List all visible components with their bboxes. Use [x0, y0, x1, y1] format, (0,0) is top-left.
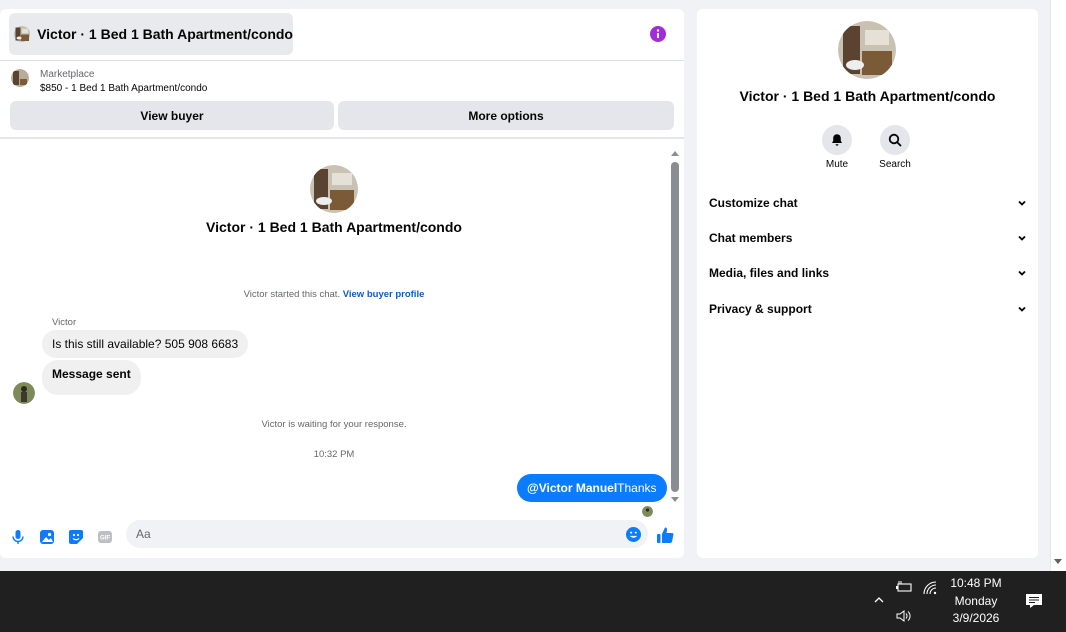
- mention[interactable]: @Victor Manuel: [527, 481, 617, 495]
- chat-title: Victor · 1 Bed 1 Bath Apartment/condo: [37, 26, 293, 42]
- scroll-track: [1050, 0, 1051, 571]
- section-media-files-links[interactable]: Media, files and links: [709, 259, 1027, 287]
- search-button[interactable]: Search: [870, 125, 920, 170]
- scroll-down-arrow[interactable]: [671, 497, 679, 502]
- sticker-icon[interactable]: [68, 529, 84, 545]
- section-label: Customize chat: [709, 196, 798, 210]
- mic-icon[interactable]: [10, 529, 26, 545]
- window-scrollbar[interactable]: [1050, 0, 1066, 571]
- message-timestamp: 10:32 PM: [313, 449, 355, 460]
- search-icon: [888, 133, 902, 147]
- conversation-title: Victor · 1 Bed 1 Bath Apartment/condo: [206, 219, 462, 235]
- incoming-message[interactable]: Message sent: [42, 360, 141, 395]
- section-label: Privacy & support: [709, 302, 812, 316]
- clock-date: 3/9/2026: [952, 611, 1000, 625]
- outgoing-message[interactable]: @Victor Manuel Thanks: [517, 474, 667, 502]
- like-icon[interactable]: [656, 526, 674, 544]
- mute-circle[interactable]: [822, 125, 852, 155]
- message-scrollbar[interactable]: [668, 149, 682, 515]
- bell-icon: [832, 134, 842, 146]
- svg-text:GIF: GIF: [100, 536, 110, 542]
- scroll-thumb[interactable]: [671, 162, 679, 492]
- more-options-button[interactable]: More options: [338, 101, 674, 130]
- chevron-down-icon: [1018, 306, 1026, 312]
- listing-source: Marketplace: [40, 69, 95, 80]
- info-title: Victor · 1 Bed 1 Bath Apartment/condo: [739, 88, 996, 104]
- volume-icon[interactable]: [895, 608, 913, 624]
- chat-title-button[interactable]: Victor · 1 Bed 1 Bath Apartment/condo: [9, 13, 293, 55]
- info-avatar: [838, 21, 896, 79]
- listing-row[interactable]: Marketplace $850 - 1 Bed 1 Bath Apartmen…: [0, 61, 684, 99]
- taskbar: 10:48 PM Monday 3/9/2026: [0, 571, 1066, 632]
- conversation-avatar: [310, 165, 358, 213]
- chevron-down-icon: [1018, 200, 1026, 206]
- message-input[interactable]: [126, 520, 648, 548]
- message-list: Victor · 1 Bed 1 Bath Apartment/condo Vi…: [0, 139, 668, 517]
- section-label: Chat members: [709, 231, 793, 245]
- listing-price-title: $850 - 1 Bed 1 Bath Apartment/condo: [40, 83, 208, 94]
- battery-icon[interactable]: [895, 580, 913, 594]
- outgoing-message-text: Thanks: [617, 481, 657, 495]
- section-chat-members[interactable]: Chat members: [709, 224, 1027, 252]
- sender-name: Victor: [52, 317, 77, 328]
- listing-thumbnail: [11, 69, 29, 87]
- section-label: Media, files and links: [709, 266, 830, 280]
- mute-button[interactable]: Mute: [812, 125, 862, 170]
- chat-info-panel: Victor · 1 Bed 1 Bath Apartment/condo Mu…: [697, 9, 1038, 558]
- view-buyer-button[interactable]: View buyer: [10, 101, 334, 130]
- photo-icon[interactable]: [39, 529, 55, 545]
- clock-day: Monday: [954, 593, 998, 608]
- search-circle[interactable]: [880, 125, 910, 155]
- search-label: Search: [879, 159, 911, 170]
- system-clock[interactable]: 10:48 PM Monday 3/9/2026: [930, 575, 1022, 628]
- clock-time: 10:48 PM: [950, 576, 1002, 590]
- chevron-down-icon: [1018, 235, 1026, 241]
- chevron-up-icon[interactable]: [873, 594, 885, 606]
- scroll-down-arrow[interactable]: [1054, 559, 1062, 564]
- info-icon[interactable]: [650, 26, 666, 42]
- sender-avatar[interactable]: [13, 382, 35, 404]
- section-customize-chat[interactable]: Customize chat: [709, 189, 1027, 217]
- chat-header: Victor · 1 Bed 1 Bath Apartment/condo: [0, 9, 684, 61]
- chat-panel: Victor · 1 Bed 1 Bath Apartment/condo Ma…: [0, 9, 684, 558]
- view-buyer-profile-link[interactable]: View buyer profile: [343, 289, 425, 300]
- gif-icon[interactable]: GIF: [97, 529, 113, 545]
- notification-icon[interactable]: [1025, 592, 1043, 610]
- section-privacy-support[interactable]: Privacy & support: [709, 295, 1027, 323]
- composer: GIF: [0, 515, 684, 558]
- waiting-notice: Victor is waiting for your response.: [261, 419, 407, 430]
- chevron-down-icon: [1018, 270, 1026, 276]
- scroll-up-arrow[interactable]: [671, 151, 679, 156]
- mute-label: Mute: [825, 159, 849, 170]
- chat-started-notice: Victor started this chat. View buyer pro…: [0, 289, 668, 300]
- emoji-icon[interactable]: [626, 527, 641, 542]
- chat-started-text: Victor started this chat.: [243, 289, 341, 300]
- incoming-message[interactable]: Is this still available? 505 908 6683: [42, 330, 249, 358]
- listing-avatar: [14, 25, 31, 43]
